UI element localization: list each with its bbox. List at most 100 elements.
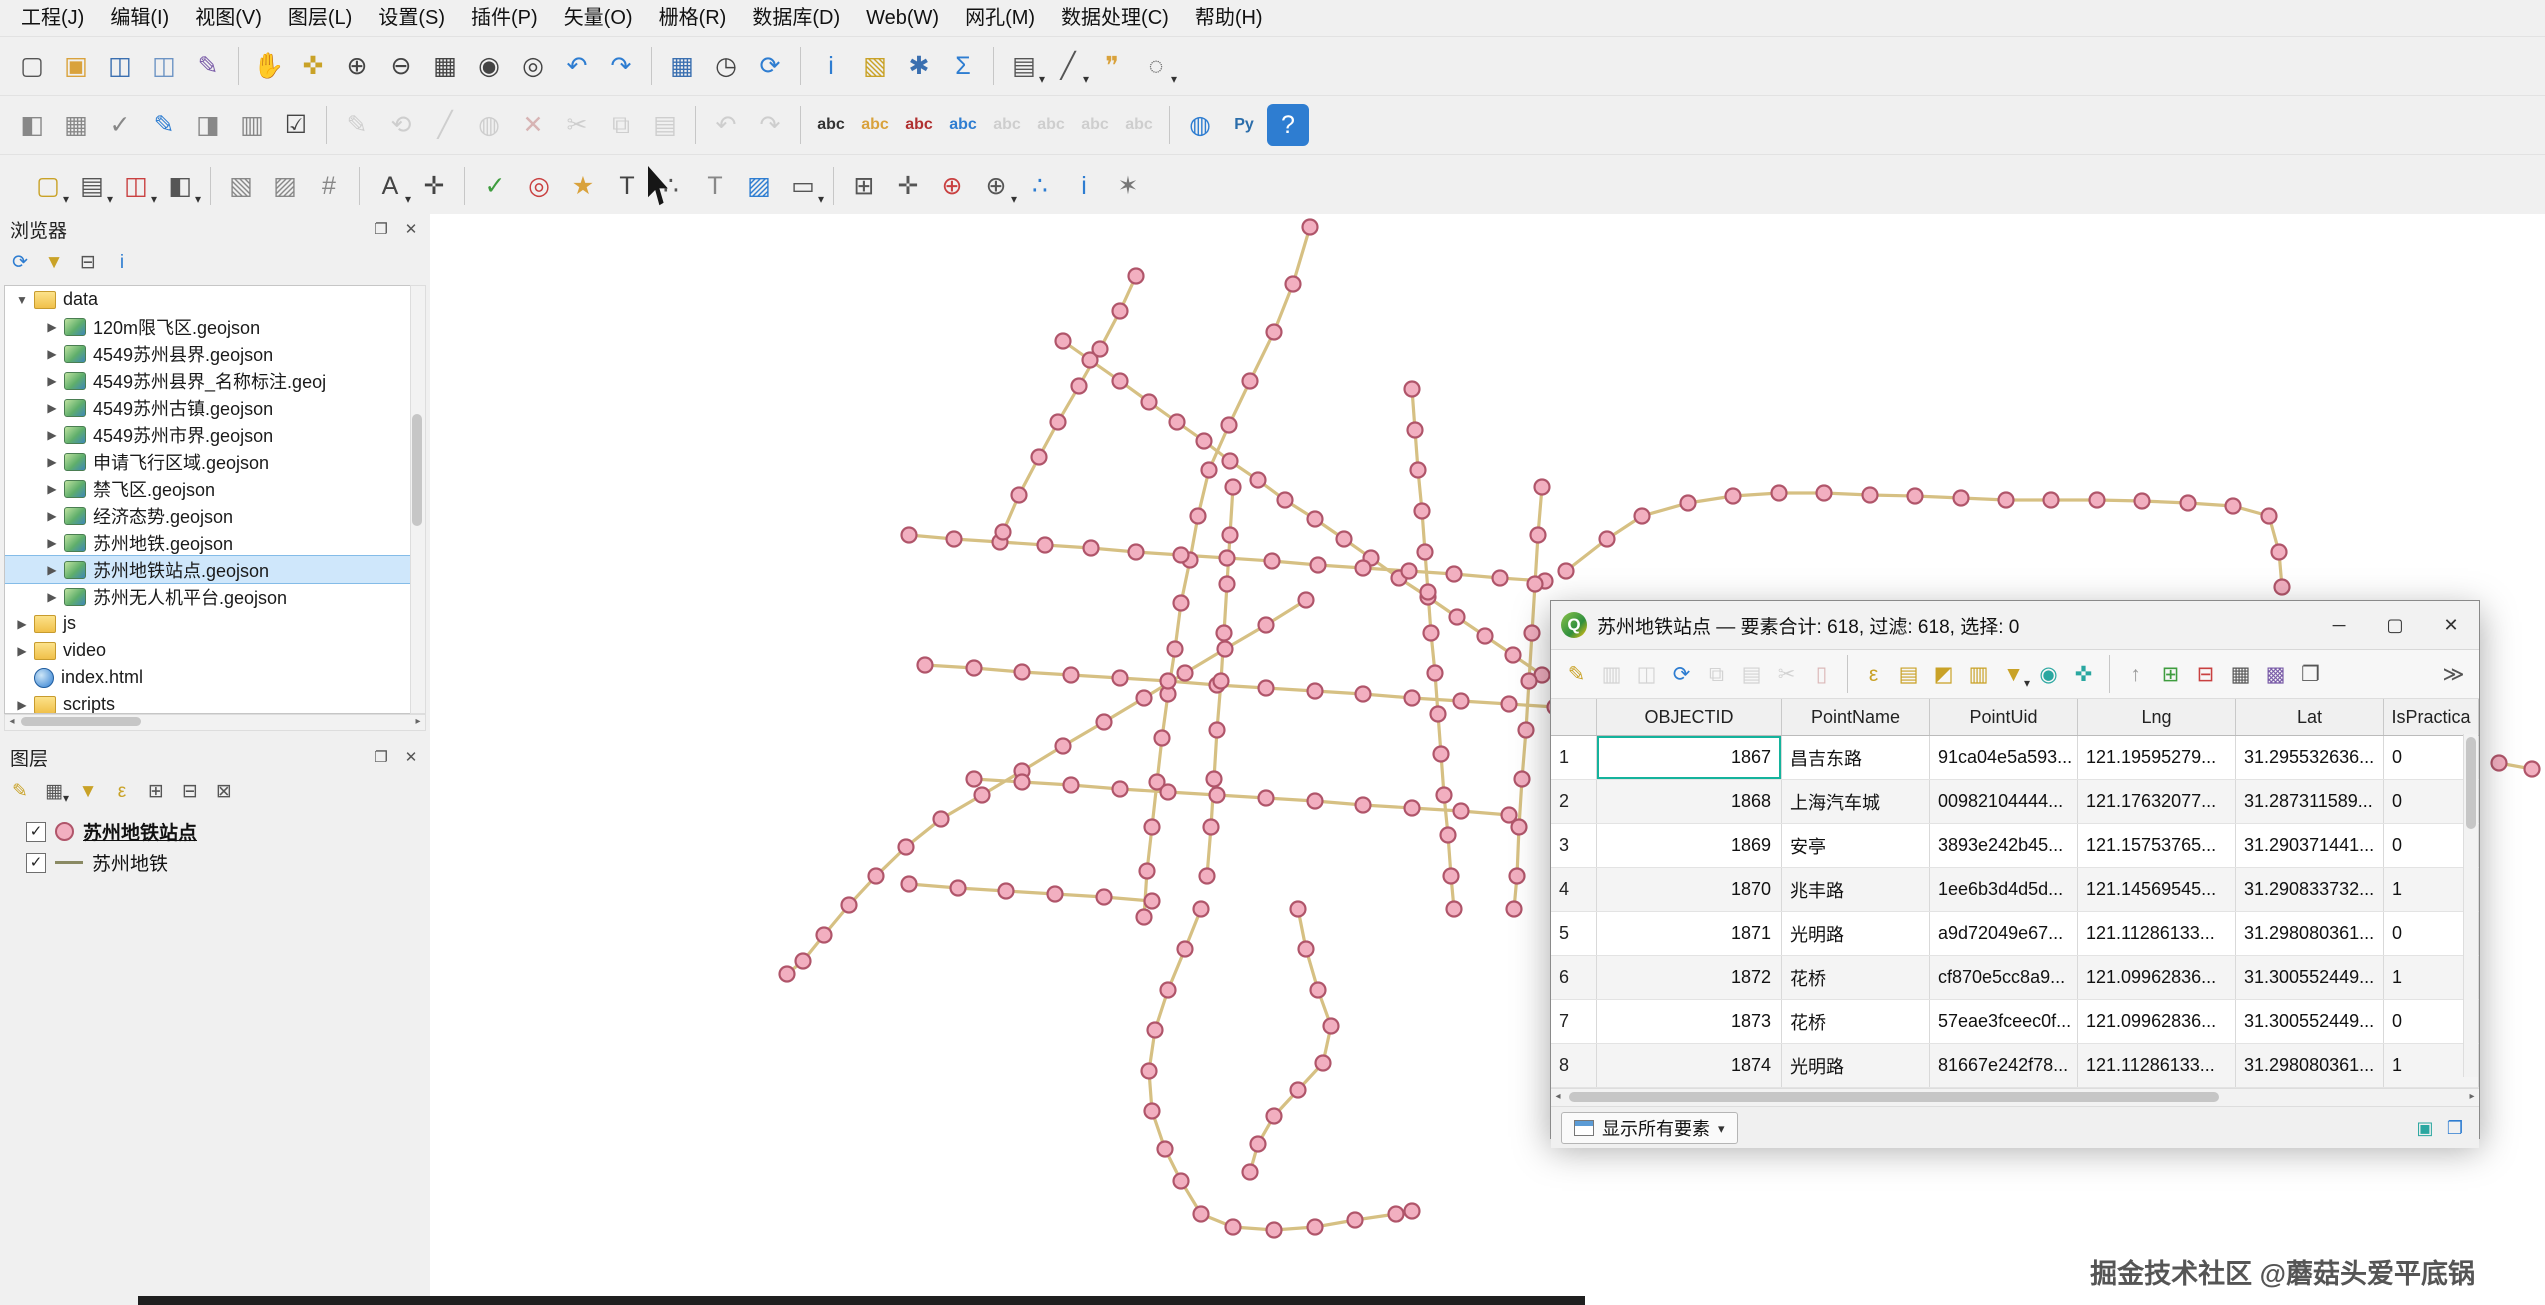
browser-properties-icon[interactable]: i: [107, 247, 137, 277]
cut-features-icon[interactable]: ✂: [556, 104, 598, 146]
cell[interactable]: 31.290833732...: [2236, 868, 2384, 911]
move-annotation-icon[interactable]: ✛: [413, 165, 455, 207]
collapse-all-icon[interactable]: ⊟: [175, 776, 205, 806]
locator-search-icon[interactable]: ◌▾: [1135, 45, 1177, 87]
temporal-controller-icon[interactable]: ◷: [705, 45, 747, 87]
menu-item-9[interactable]: Web(W): [853, 0, 952, 36]
tree-collapsed-arrow-icon[interactable]: ▶: [13, 644, 31, 658]
column-header-4[interactable]: Lat: [2236, 699, 2384, 735]
scrollbar-thumb[interactable]: [1569, 1092, 2219, 1102]
paste-features-icon[interactable]: ▤: [644, 104, 686, 146]
dock-table-icon[interactable]: ❐: [2294, 658, 2327, 691]
vertex-tool-icon[interactable]: ◧: [11, 104, 53, 146]
scrollbar-thumb[interactable]: [21, 717, 141, 726]
add-ellipse-icon[interactable]: ⊕▾: [975, 165, 1017, 207]
cell[interactable]: 121.09962836...: [2078, 1000, 2236, 1043]
cell[interactable]: 1871: [1597, 912, 1782, 955]
tree-item[interactable]: ▶scripts: [5, 691, 425, 714]
select-features-menu-icon[interactable]: ▤▾: [71, 165, 113, 207]
cell[interactable]: 1874: [1597, 1044, 1782, 1087]
open-attribute-table-icon[interactable]: ▤▾: [1003, 45, 1045, 87]
move-selection-top-icon[interactable]: ↑: [2119, 658, 2152, 691]
multiedit-mode-icon[interactable]: ▥: [1595, 658, 1628, 691]
zoom-in-icon[interactable]: ⊕: [336, 45, 378, 87]
menu-item-1[interactable]: 编辑(I): [97, 0, 182, 36]
cell[interactable]: 上海汽车城: [1782, 780, 1930, 823]
tree-item[interactable]: ▶4549苏州古镇.geojson: [5, 394, 425, 421]
tree-item[interactable]: ▶120m限飞区.geojson: [5, 313, 425, 340]
pan-to-selection-icon[interactable]: ✜: [2067, 658, 2100, 691]
browser-vertical-scrollbar[interactable]: [410, 285, 426, 714]
checkbox-tool-icon[interactable]: ☑: [275, 104, 317, 146]
collapse-tree-icon[interactable]: ⊟: [73, 247, 103, 277]
select-by-form-icon[interactable]: ◧▾: [159, 165, 201, 207]
toggle-editing-icon[interactable]: ✎: [1560, 658, 1593, 691]
cell[interactable]: 1867: [1597, 736, 1782, 779]
label-properties-icon[interactable]: abc: [1118, 104, 1160, 146]
cell[interactable]: 1870: [1597, 868, 1782, 911]
conditional-format-toggle-icon[interactable]: ▣: [2412, 1115, 2438, 1141]
tree-item[interactable]: ▶经济态势.geojson: [5, 502, 425, 529]
column-header-0[interactable]: OBJECTID: [1597, 699, 1782, 735]
settings-wrench-icon[interactable]: ✶: [1107, 165, 1149, 207]
measure-icon[interactable]: ╱▾: [1047, 45, 1089, 87]
tree-collapsed-arrow-icon[interactable]: ▶: [43, 590, 61, 604]
zoom-to-selection-icon[interactable]: ◉: [468, 45, 510, 87]
new-map-view-icon[interactable]: ▦: [661, 45, 703, 87]
layer-item[interactable]: ✓苏州地铁站点: [2, 816, 428, 847]
form-annotation-icon[interactable]: ▭▾: [782, 165, 824, 207]
zoom-last-icon[interactable]: ↶: [556, 45, 598, 87]
cell[interactable]: 31.298080361...: [2236, 912, 2384, 955]
new-shapefile-icon[interactable]: ✓: [474, 165, 516, 207]
copy-features-icon[interactable]: ⧉: [600, 104, 642, 146]
tree-item[interactable]: ▶苏州地铁.geojson: [5, 529, 425, 556]
cell[interactable]: 31.298080361...: [2236, 1044, 2384, 1087]
row-number-cell[interactable]: 2: [1551, 780, 1597, 823]
cell[interactable]: 121.14569545...: [2078, 868, 2236, 911]
delete-selected-icon[interactable]: ✕: [512, 104, 554, 146]
identify-features-icon[interactable]: i: [810, 45, 852, 87]
row-number-cell[interactable]: 8: [1551, 1044, 1597, 1087]
attribute-horizontal-scrollbar[interactable]: [1551, 1088, 2479, 1106]
tree-collapsed-arrow-icon[interactable]: ▶: [43, 509, 61, 523]
cell[interactable]: 81667e242f78...: [1930, 1044, 2078, 1087]
manage-map-themes-icon[interactable]: ▦▾: [39, 776, 69, 806]
help-icon[interactable]: ?: [1267, 104, 1309, 146]
cell[interactable]: cf870e5cc8a9...: [1930, 956, 2078, 999]
cell[interactable]: 121.11286133...: [2078, 1044, 2236, 1087]
edit-pen-icon[interactable]: ✎: [143, 104, 185, 146]
tree-item[interactable]: ▶4549苏州市界.geojson: [5, 421, 425, 448]
save-edits-icon[interactable]: ◫: [1630, 658, 1663, 691]
feature-filter-button[interactable]: 显示所有要素: [1561, 1112, 1738, 1144]
cell[interactable]: 91ca04e5a593...: [1930, 736, 2078, 779]
attribute-window-titlebar[interactable]: Q 苏州地铁站点 — 要素合计: 618, 过滤: 618, 选择: 0 ─▢✕: [1551, 601, 2479, 650]
tree-item[interactable]: ▶禁飞区.geojson: [5, 475, 425, 502]
redo-icon[interactable]: ↷: [749, 104, 791, 146]
select-features-run-icon[interactable]: ▧: [854, 45, 896, 87]
label-change-icon[interactable]: abc: [1074, 104, 1116, 146]
column-header-2[interactable]: PointUid: [1930, 699, 2078, 735]
delete-selected-icon[interactable]: ▯: [1805, 658, 1838, 691]
cell[interactable]: 57eae3fceec0f...: [1930, 1000, 2078, 1043]
minimize-window-button[interactable]: ─: [2311, 601, 2367, 649]
tree-collapsed-arrow-icon[interactable]: ▶: [43, 401, 61, 415]
cell[interactable]: 121.19595279...: [2078, 736, 2236, 779]
python-console-icon[interactable]: Py: [1223, 104, 1265, 146]
toolbar-overflow-icon[interactable]: ≫: [2437, 658, 2470, 691]
processing-toolbox-icon[interactable]: ✱: [898, 45, 940, 87]
cell[interactable]: 1ee6b3d4d5d...: [1930, 868, 2078, 911]
cell[interactable]: 安亭: [1782, 824, 1930, 867]
layer-diagram-icon[interactable]: abc: [854, 104, 896, 146]
menu-item-6[interactable]: 矢量(O): [551, 0, 646, 36]
tree-collapsed-arrow-icon[interactable]: ▶: [43, 428, 61, 442]
menu-item-3[interactable]: 图层(L): [275, 0, 365, 36]
browser-horizontal-scrollbar[interactable]: [4, 714, 426, 731]
cell[interactable]: 昌吉东路: [1782, 736, 1930, 779]
cell[interactable]: a9d72049e67...: [1930, 912, 2078, 955]
scroll-right-arrow-icon[interactable]: [411, 715, 425, 728]
new-field-icon[interactable]: ⊞: [2154, 658, 2187, 691]
tree-collapsed-arrow-icon[interactable]: ▶: [43, 455, 61, 469]
undo-icon[interactable]: ↶: [705, 104, 747, 146]
reload-table-icon[interactable]: ⟳: [1665, 658, 1698, 691]
tree-collapsed-arrow-icon[interactable]: ▶: [13, 617, 31, 631]
